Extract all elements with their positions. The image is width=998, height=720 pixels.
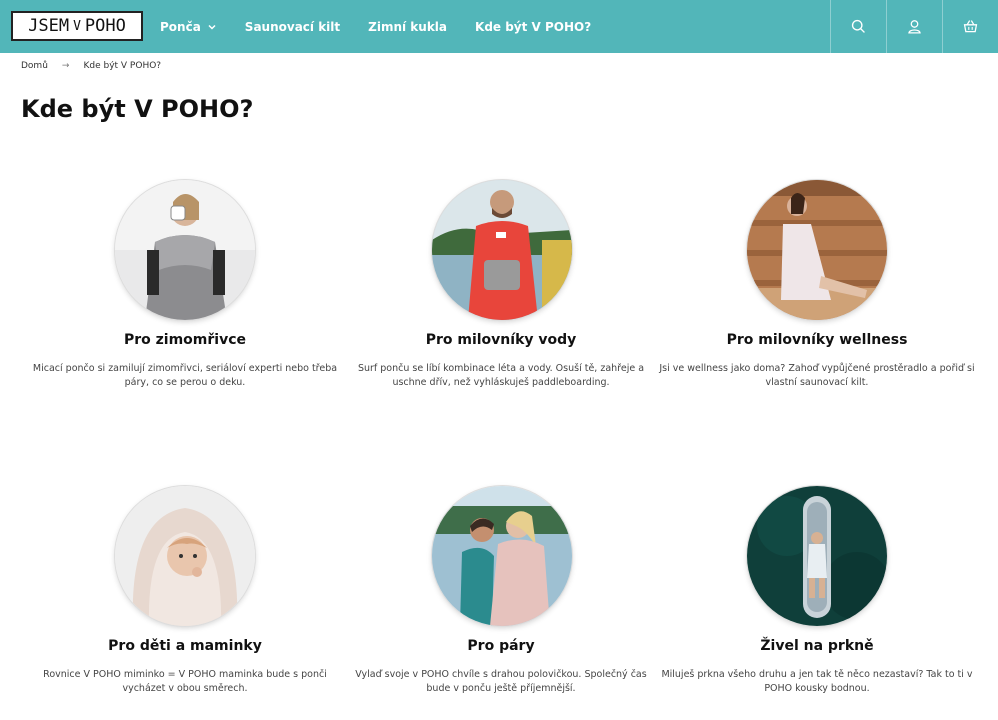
card-description: Surf ponču se líbí kombinace léta a vody… <box>357 363 645 388</box>
nav-item-label: Saunovací kilt <box>244 19 341 34</box>
nav-item-label: Ponča <box>160 19 201 34</box>
card-photo-water[interactable] <box>432 180 572 320</box>
card-title[interactable]: Živel na prkně <box>659 638 975 654</box>
card-title[interactable]: Pro děti a maminky <box>27 638 343 654</box>
site-header: JSEM V POHO Ponča Saunovací kilt Zimní k… <box>0 0 998 53</box>
card-description: Micací pončo si zamilují zimomřivci, ser… <box>32 363 338 388</box>
photo-woman-poncho <box>115 180 255 320</box>
header-actions <box>830 0 998 53</box>
card-photo-wellness[interactable] <box>747 180 887 320</box>
card-title[interactable]: Pro zimomřivce <box>27 332 343 348</box>
photo-man-surf-poncho <box>432 180 572 320</box>
card-photo-kids[interactable] <box>115 486 255 626</box>
card-description: Vylaď svoje v POHO chvíle s drahou polov… <box>355 669 647 694</box>
nav-item-saunovaci-kilt[interactable]: Saunovací kilt <box>245 20 340 34</box>
nav-item-zimni-kukla[interactable]: Zimní kukla <box>368 20 447 34</box>
arrow-right-icon: → <box>61 61 70 71</box>
breadcrumb: Domů → Kde být V POHO? <box>21 61 161 71</box>
search-icon <box>851 19 865 33</box>
logo-text-right: POHO <box>84 16 126 36</box>
nav-item-label: Zimní kukla <box>368 19 448 34</box>
breadcrumb-home-link[interactable]: Domů <box>21 61 48 71</box>
photo-woman-sauna <box>747 180 887 320</box>
card-description: Miluješ prkna všeho druhu a jen tak tě n… <box>661 669 973 694</box>
site-logo[interactable]: JSEM V POHO <box>11 11 143 41</box>
photo-couple-kiss <box>432 486 572 626</box>
card-title[interactable]: Pro milovníky wellness <box>659 332 975 348</box>
card-description: Jsi ve wellness jako doma? Zahoď vypůjče… <box>659 363 975 388</box>
cart-button[interactable] <box>942 0 998 53</box>
main-nav: Ponča Saunovací kilt Zimní kukla Kde být… <box>160 0 619 53</box>
card-photo-winter[interactable] <box>115 180 255 320</box>
search-button[interactable] <box>830 0 886 53</box>
logo-text-mid: V <box>73 18 81 34</box>
logo-text-left: JSEM <box>28 16 70 36</box>
card-photo-board[interactable] <box>747 486 887 626</box>
breadcrumb-current: Kde být V POHO? <box>83 61 162 71</box>
card-title[interactable]: Pro páry <box>343 638 659 654</box>
card-photo-couples[interactable] <box>432 486 572 626</box>
card-description: Rovnice V POHO miminko = V POHO maminka … <box>43 669 327 694</box>
photo-paddleboard-aerial <box>747 486 887 626</box>
card-title[interactable]: Pro milovníky vody <box>343 332 659 348</box>
nav-item-kde-byt[interactable]: Kde být V POHO? <box>475 20 591 34</box>
basket-icon <box>963 20 978 33</box>
user-icon <box>908 20 921 34</box>
nav-item-ponca[interactable]: Ponča <box>160 20 217 34</box>
account-button[interactable] <box>886 0 942 53</box>
page-title: Kde být V POHO? <box>21 95 254 123</box>
photo-child-hood <box>115 486 255 626</box>
nav-item-label: Kde být V POHO? <box>475 19 592 34</box>
chevron-down-icon <box>208 24 216 30</box>
